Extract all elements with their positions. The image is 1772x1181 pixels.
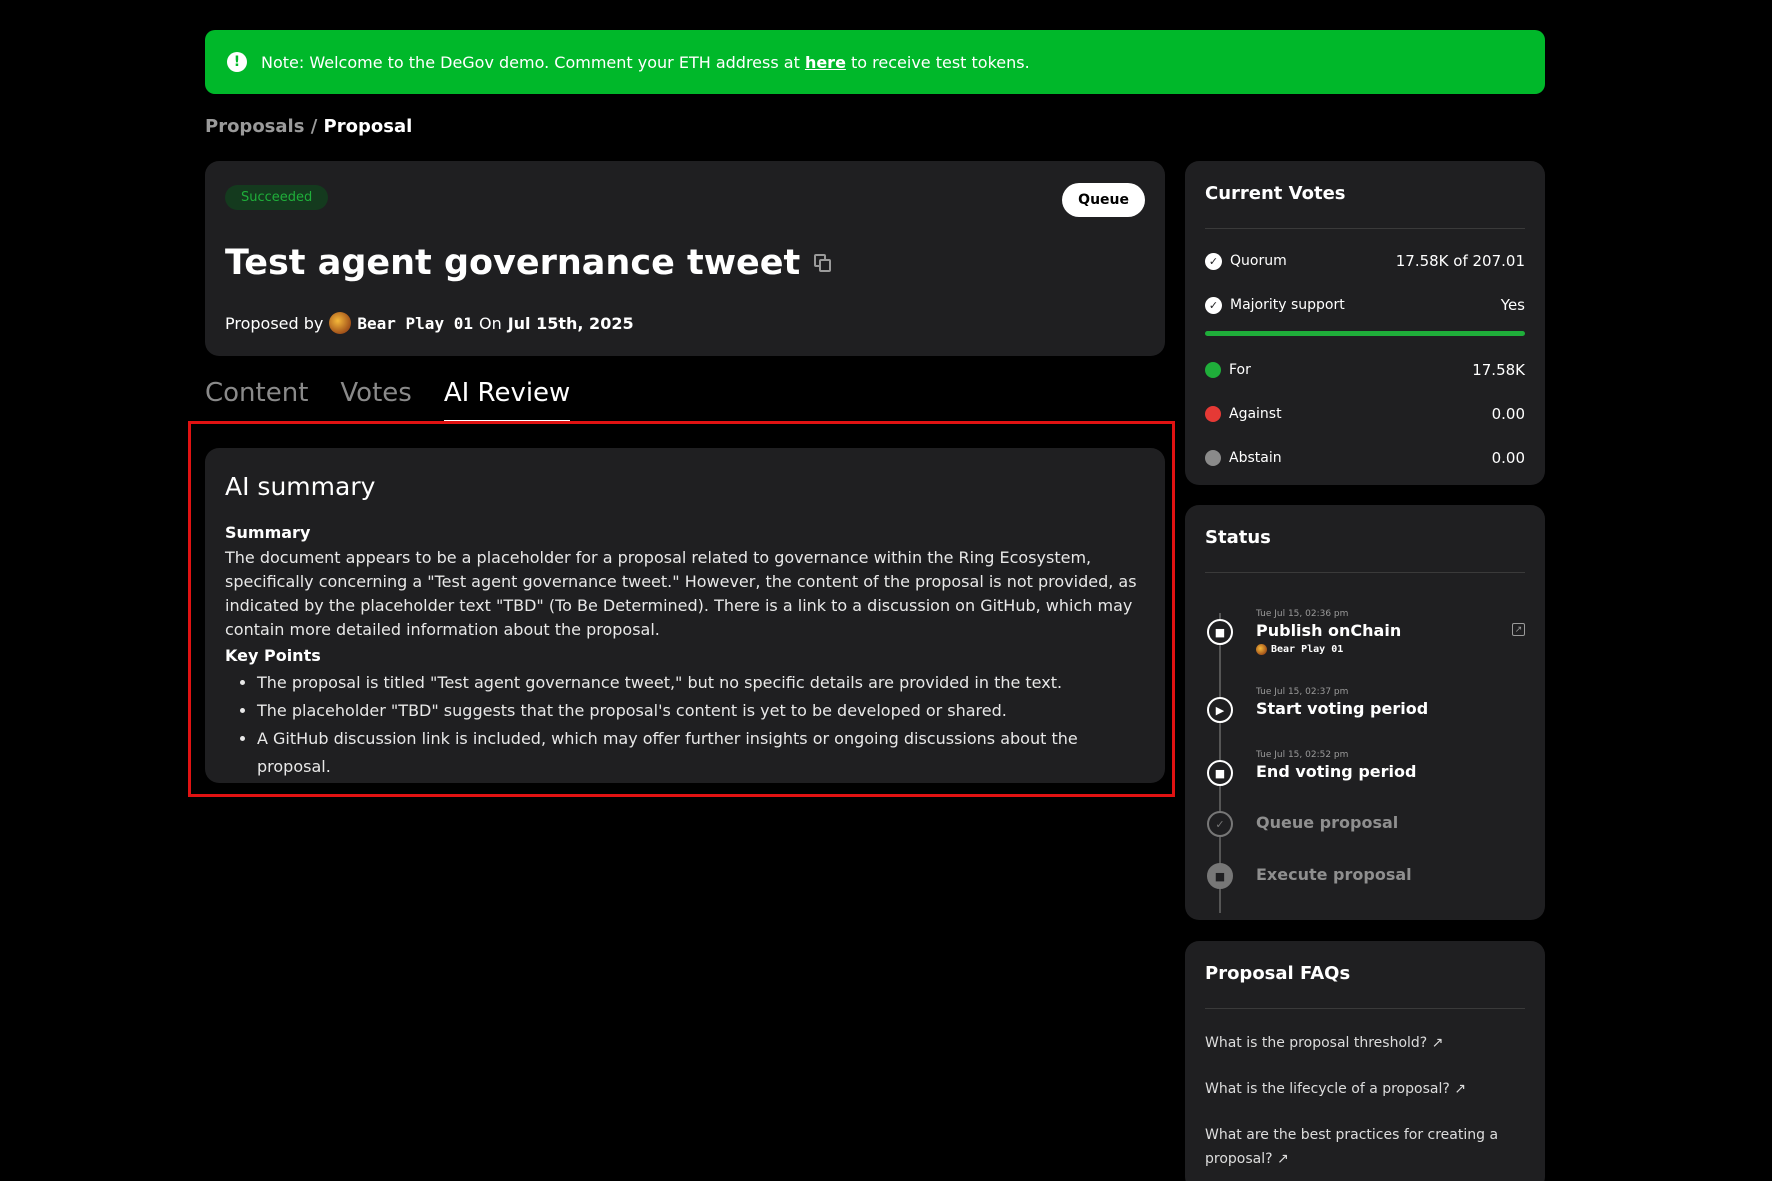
for-dot-icon — [1205, 362, 1221, 378]
stop-icon: ■ — [1207, 760, 1233, 786]
key-points-heading: Key Points — [225, 646, 321, 665]
summary-text: The document appears to be a placeholder… — [225, 548, 1137, 639]
ai-summary-card: AI summary Summary The document appears … — [205, 448, 1165, 783]
page-title: Test agent governance tweet — [225, 243, 832, 283]
avatar — [1256, 644, 1267, 655]
against-row: Against 0.00 — [1205, 392, 1525, 436]
quorum-value: 17.58K of 207.01 — [1395, 252, 1525, 270]
tab-content[interactable]: Content — [205, 378, 308, 423]
summary-heading: Summary — [225, 523, 311, 542]
breadcrumb-current: Proposal — [323, 116, 413, 137]
breadcrumb: Proposals / Proposal — [205, 116, 413, 137]
for-row: For 17.58K — [1205, 348, 1525, 392]
current-votes-card: Current Votes ✓ Quorum 17.58K of 207.01 ✓… — [1185, 161, 1545, 485]
majority-row: ✓ Majority support Yes — [1205, 283, 1525, 327]
majority-value: Yes — [1500, 296, 1525, 314]
proposal-title: Test agent governance tweet — [225, 243, 801, 283]
status-badge: Succeeded — [225, 185, 329, 210]
copy-icon[interactable] — [814, 254, 832, 272]
tab-votes[interactable]: Votes — [340, 378, 411, 423]
banner-link[interactable]: here — [805, 53, 846, 72]
abstain-dot-icon — [1205, 450, 1221, 466]
faq-link[interactable]: What are the best practices for creating… — [1205, 1123, 1525, 1171]
check-icon: ✓ — [1205, 252, 1222, 270]
proposer-line: Proposed by Bear Play 01 On Jul 15th, 20… — [225, 312, 634, 334]
breadcrumb-proposals[interactable]: Proposals — [205, 116, 304, 137]
proposer-name[interactable]: Bear Play 01 — [357, 314, 473, 333]
check-icon: ✓ — [1205, 296, 1222, 314]
play-icon: ▶ — [1207, 697, 1233, 723]
status-title: Status — [1205, 505, 1525, 573]
proposal-date: Jul 15th, 2025 — [507, 313, 634, 333]
votes-title: Current Votes — [1205, 161, 1525, 229]
against-value: 0.00 — [1491, 405, 1525, 423]
for-value: 17.58K — [1472, 361, 1525, 379]
check-circle-icon: ✓ — [1207, 811, 1233, 837]
list-item: The proposal is titled "Test agent gover… — [257, 669, 1145, 697]
faq-title: Proposal FAQs — [1205, 941, 1525, 1009]
ai-summary-heading: AI summary — [225, 472, 376, 501]
proposal-faqs-card: Proposal FAQs What is the proposal thres… — [1185, 941, 1545, 1181]
faq-link[interactable]: What is the proposal threshold? ↗ — [1205, 1031, 1525, 1055]
list-item: The placeholder "TBD" suggests that the … — [257, 697, 1145, 725]
external-link-icon[interactable]: ↗ — [1512, 623, 1525, 636]
notice-banner: ! Note: Welcome to the DeGov demo. Comme… — [205, 30, 1545, 94]
abstain-row: Abstain 0.00 — [1205, 436, 1525, 480]
proposal-header: Succeeded Queue Test agent governance tw… — [205, 161, 1165, 356]
avatar — [329, 312, 352, 334]
status-card: Status ■ Tue Jul 15, 02:36 pm Publish on… — [1185, 505, 1545, 920]
faq-link[interactable]: What is the lifecycle of a proposal? ↗ — [1205, 1077, 1525, 1101]
lock-icon: ■ — [1207, 619, 1233, 645]
tab-ai-review[interactable]: AI Review — [443, 378, 571, 423]
abstain-value: 0.00 — [1491, 449, 1525, 467]
tab-bar: Content Votes AI Review — [205, 378, 571, 423]
alert-icon: ! — [227, 52, 247, 72]
quorum-row: ✓ Quorum 17.58K of 207.01 — [1205, 239, 1525, 283]
key-points-list: The proposal is titled "Test agent gover… — [257, 669, 1145, 781]
against-dot-icon — [1205, 406, 1221, 422]
execute-icon: ■ — [1207, 863, 1233, 889]
list-item: A GitHub discussion link is included, wh… — [257, 725, 1145, 781]
support-bar — [1205, 331, 1525, 336]
banner-text: Note: Welcome to the DeGov demo. Comment… — [261, 52, 1030, 72]
queue-button[interactable]: Queue — [1062, 183, 1145, 217]
